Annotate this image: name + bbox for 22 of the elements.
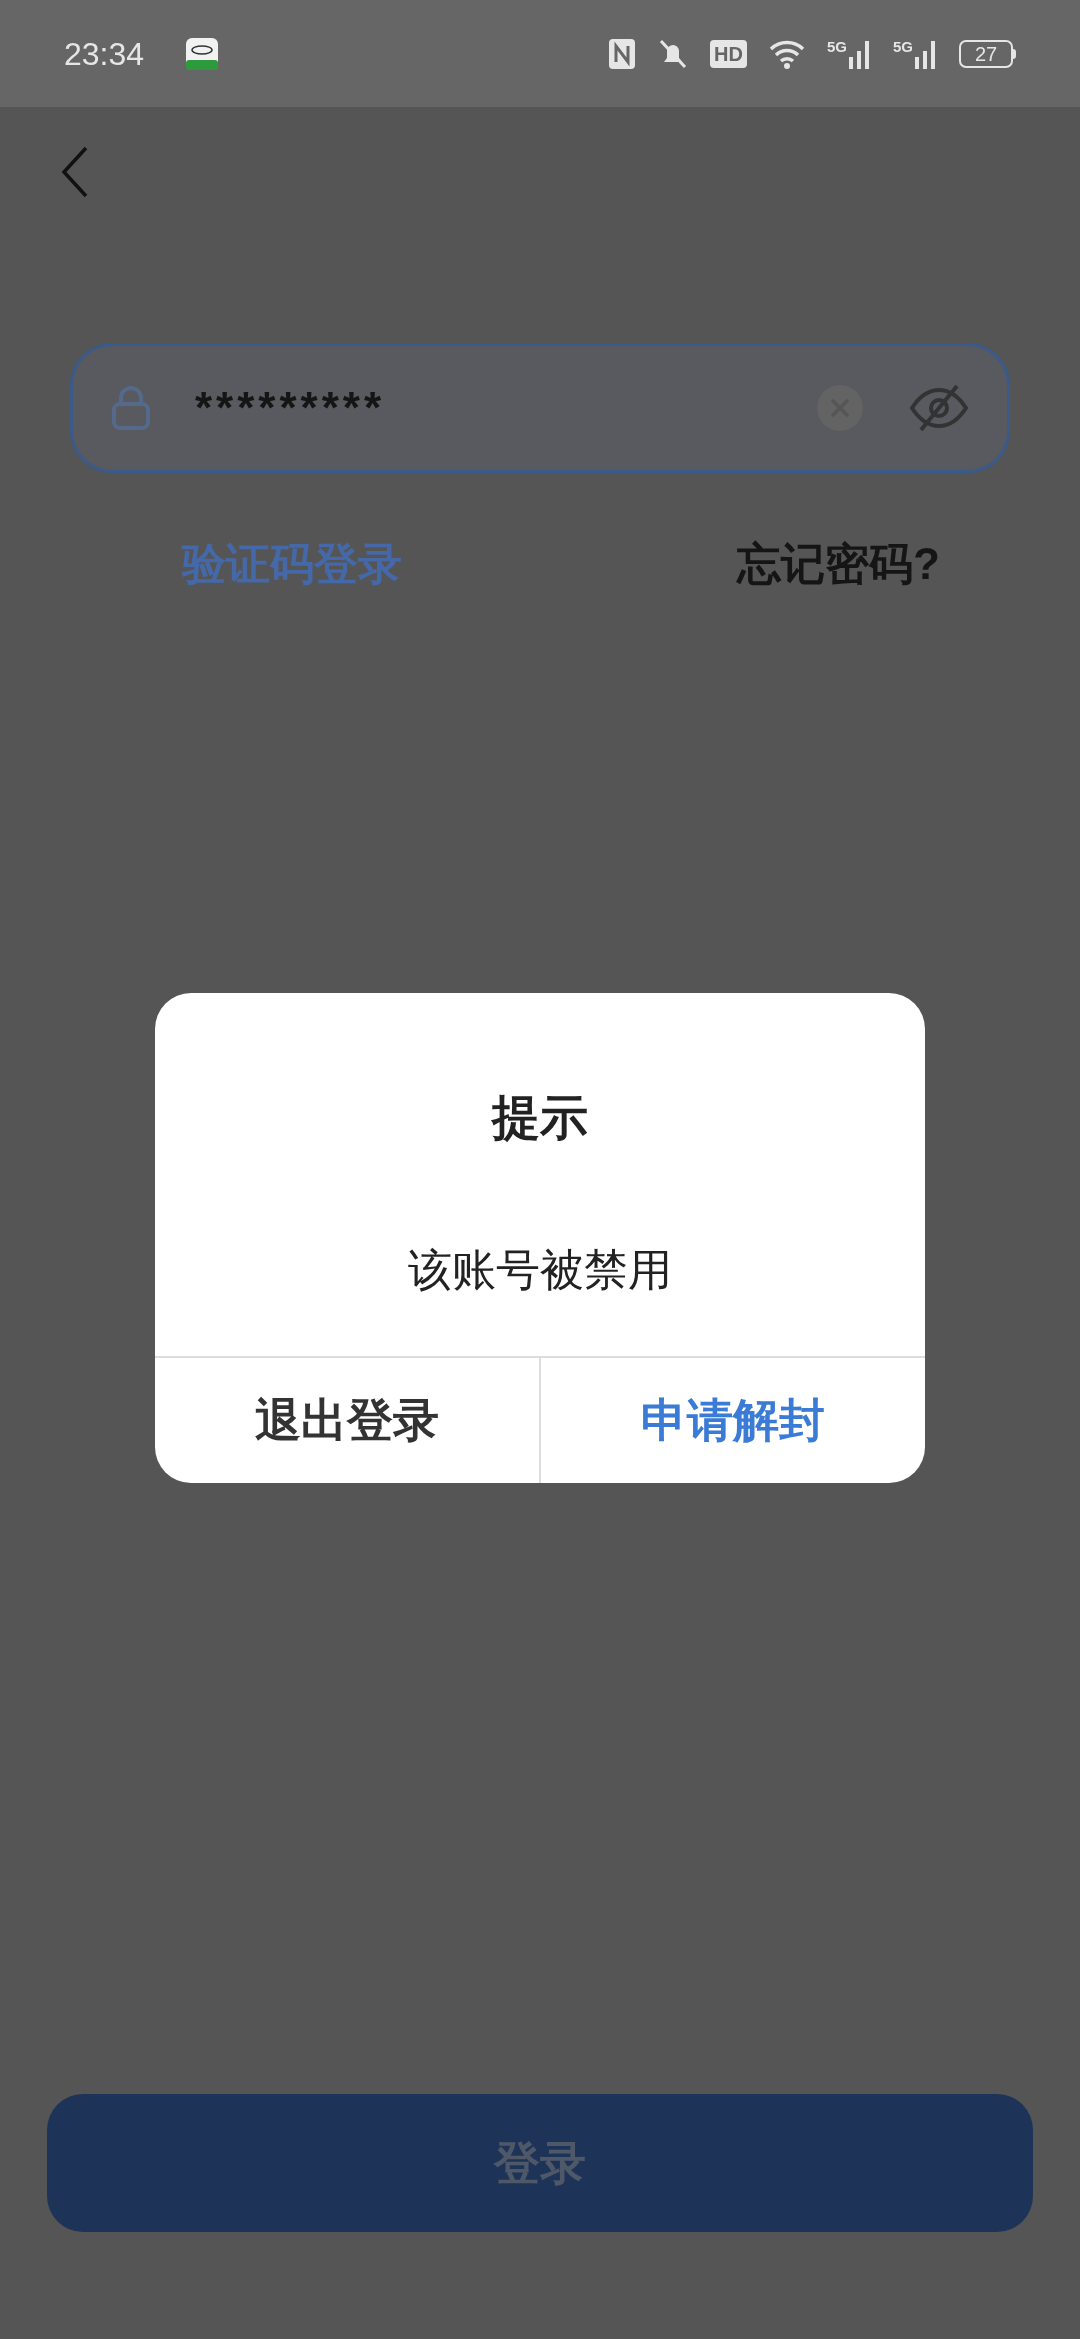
clock: 23:34 — [64, 34, 145, 74]
nfc-icon — [608, 37, 637, 70]
text-link[interactable]: 忘记密码? — [737, 531, 940, 597]
lock-icon — [111, 386, 151, 430]
dialog-button[interactable]: 退出登录 — [155, 1358, 539, 1483]
bell-off-icon — [658, 37, 689, 70]
battery-indicator: 27 — [959, 39, 1013, 68]
app-notification-icon — [186, 37, 219, 70]
network-label: 5G — [826, 38, 847, 54]
text-link[interactable]: 验证码登录 — [182, 531, 402, 597]
eye-off-icon[interactable] — [909, 382, 969, 434]
wifi-icon — [768, 38, 805, 69]
hd-label: HD — [710, 39, 747, 68]
back-icon[interactable] — [60, 146, 90, 198]
password-field[interactable]: ********* — [70, 343, 1010, 473]
dialog-title: 提示 — [492, 1090, 588, 1146]
signal-icon — [915, 38, 937, 69]
dialog-message: 该账号被禁用 — [408, 1243, 672, 1296]
password-value: ********* — [195, 382, 386, 434]
network-label: 5G — [893, 38, 913, 54]
signal-icon — [849, 38, 871, 69]
dialog-button[interactable]: 申请解封 — [539, 1358, 925, 1483]
